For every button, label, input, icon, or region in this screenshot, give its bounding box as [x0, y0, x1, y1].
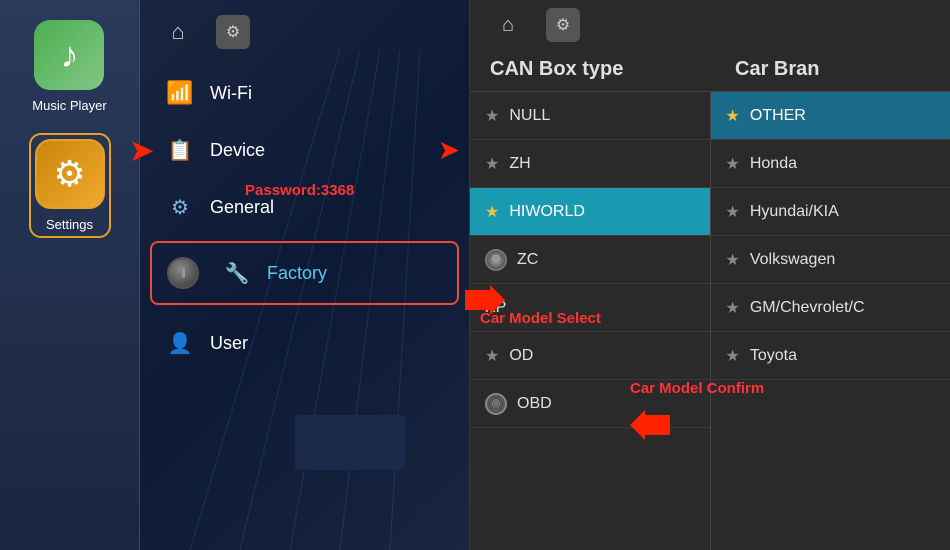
settings-app-icon[interactable]: ⚙ Settings — [29, 133, 111, 238]
home-icon: ⌂ — [171, 19, 184, 45]
settings-gear-icon: ⚙ — [53, 153, 85, 195]
factory-label: Factory — [267, 263, 327, 284]
null-label: NULL — [509, 107, 550, 125]
right-panel-wrapper: ⌂ ⚙ CAN Box type Car Bran ★ NULL ★ — [470, 0, 950, 550]
toyota-label: Toyota — [750, 347, 797, 365]
zc-label: ZC — [517, 251, 538, 269]
vw-star-icon: ★ — [726, 250, 740, 270]
hyundai-label: Hyundai/KIA — [750, 203, 839, 221]
od-label: OD — [509, 347, 533, 365]
toyota-star-icon: ★ — [726, 346, 740, 366]
brand-item-other[interactable]: ★ OTHER — [711, 92, 950, 140]
general-icon: ⚙ — [165, 195, 195, 220]
car-brand-header: Car Bran — [715, 58, 950, 81]
hiworld-star-icon: ★ — [485, 202, 499, 222]
user-icon: 👤 — [165, 331, 195, 356]
brand-item-toyota[interactable]: ★ Toyota — [711, 332, 950, 380]
brand-item-volkswagen[interactable]: ★ Volkswagen — [711, 236, 950, 284]
honda-label: Honda — [750, 155, 797, 173]
music-note-icon: ♪ — [60, 34, 78, 76]
car-model-confirm-arrow — [630, 410, 670, 445]
wifi-icon: 📶 — [165, 80, 195, 106]
middle-panel: ⌂ ⚙ 📶 Wi-Fi ➤ 📋 Device ➤ Password:336 — [140, 0, 470, 550]
null-star-icon: ★ — [485, 106, 499, 126]
brand-item-gm[interactable]: ★ GM/Chevrolet/C — [711, 284, 950, 332]
can-item-zc[interactable]: ⚙ ZC — [470, 236, 710, 284]
car-model-confirm-text: Car Model Confirm — [630, 380, 764, 397]
right-home-icon: ⌂ — [502, 14, 514, 37]
hiworld-label: HIWORLD — [509, 203, 585, 221]
factory-wrench-icon: 🔧 — [222, 261, 252, 286]
password-text: Password:3368 — [245, 182, 354, 199]
right-panel: ⌂ ⚙ CAN Box type Car Bran ★ NULL ★ — [470, 0, 950, 550]
middle-top-bar: ⌂ ⚙ — [140, 10, 469, 64]
can-item-od[interactable]: ★ OD — [470, 332, 710, 380]
obd-icon: ◎ — [485, 393, 507, 415]
obd-label: OBD — [517, 395, 552, 413]
menu-item-device[interactable]: ➤ 📋 Device ➤ — [140, 122, 469, 179]
car-model-confirm-annotation: Car Model Confirm — [630, 380, 764, 397]
music-player-icon[interactable]: ♪ Music Player — [32, 20, 106, 113]
home-button[interactable]: ⌂ — [160, 16, 196, 48]
can-box-type-header: CAN Box type — [470, 58, 715, 81]
right-top-bar: ⌂ ⚙ — [470, 0, 950, 50]
can-item-hiworld[interactable]: ★ HIWORLD — [470, 188, 710, 236]
settings-button[interactable]: ⚙ — [216, 15, 250, 49]
other-label: OTHER — [750, 107, 806, 125]
zh-star-icon: ★ — [485, 154, 499, 174]
can-item-zh[interactable]: ★ ZH — [470, 140, 710, 188]
right-settings-icon: ⚙ — [556, 15, 570, 35]
factory-knob[interactable] — [167, 257, 199, 289]
column-headers: CAN Box type Car Bran — [470, 50, 950, 92]
menu-item-wifi[interactable]: 📶 Wi-Fi — [140, 64, 469, 122]
brand-item-honda[interactable]: ★ Honda — [711, 140, 950, 188]
car-model-select-arrow — [465, 285, 505, 320]
device-label: Device — [210, 140, 265, 161]
device-arrow-icon: ➤ — [130, 134, 153, 167]
settings-label: Settings — [46, 217, 93, 232]
music-player-icon-box: ♪ — [34, 20, 104, 90]
settings-icon-box: ⚙ — [35, 139, 105, 209]
wifi-label: Wi-Fi — [210, 83, 252, 104]
other-star-icon: ★ — [726, 106, 740, 126]
device-icon: 📋 — [165, 138, 195, 163]
brand-item-hyundai[interactable]: ★ Hyundai/KIA — [711, 188, 950, 236]
vw-label: Volkswagen — [750, 251, 835, 269]
menu-item-user[interactable]: 👤 User — [140, 315, 469, 372]
music-player-label: Music Player — [32, 98, 106, 113]
right-home-button[interactable]: ⌂ — [490, 9, 526, 41]
sidebar: ♪ Music Player ⚙ Settings — [0, 0, 140, 550]
od-star-icon: ★ — [485, 346, 499, 366]
zh-label: ZH — [509, 155, 530, 173]
zc-gear-icon: ⚙ — [485, 249, 507, 271]
menu-item-factory[interactable]: 🔧 Factory — [150, 241, 459, 305]
honda-star-icon: ★ — [726, 154, 740, 174]
hyundai-star-icon: ★ — [726, 202, 740, 222]
can-item-null[interactable]: ★ NULL — [470, 92, 710, 140]
gm-star-icon: ★ — [726, 298, 740, 318]
confirm-area-box — [295, 415, 405, 470]
arrow-right-svg — [465, 285, 505, 315]
general-label: General — [210, 197, 274, 218]
settings-icon: ⚙ — [226, 22, 240, 42]
confirm-arrow-svg — [630, 410, 670, 440]
gm-label: GM/Chevrolet/C — [750, 299, 865, 317]
user-label: User — [210, 333, 248, 354]
right-settings-button[interactable]: ⚙ — [546, 8, 580, 42]
can-column-right: ★ OTHER ★ Honda ★ Hyundai/KIA ★ Volkswag… — [711, 92, 950, 550]
device-right-arrow-icon: ➤ — [439, 136, 459, 165]
password-annotation: Password:3368 — [245, 182, 354, 199]
